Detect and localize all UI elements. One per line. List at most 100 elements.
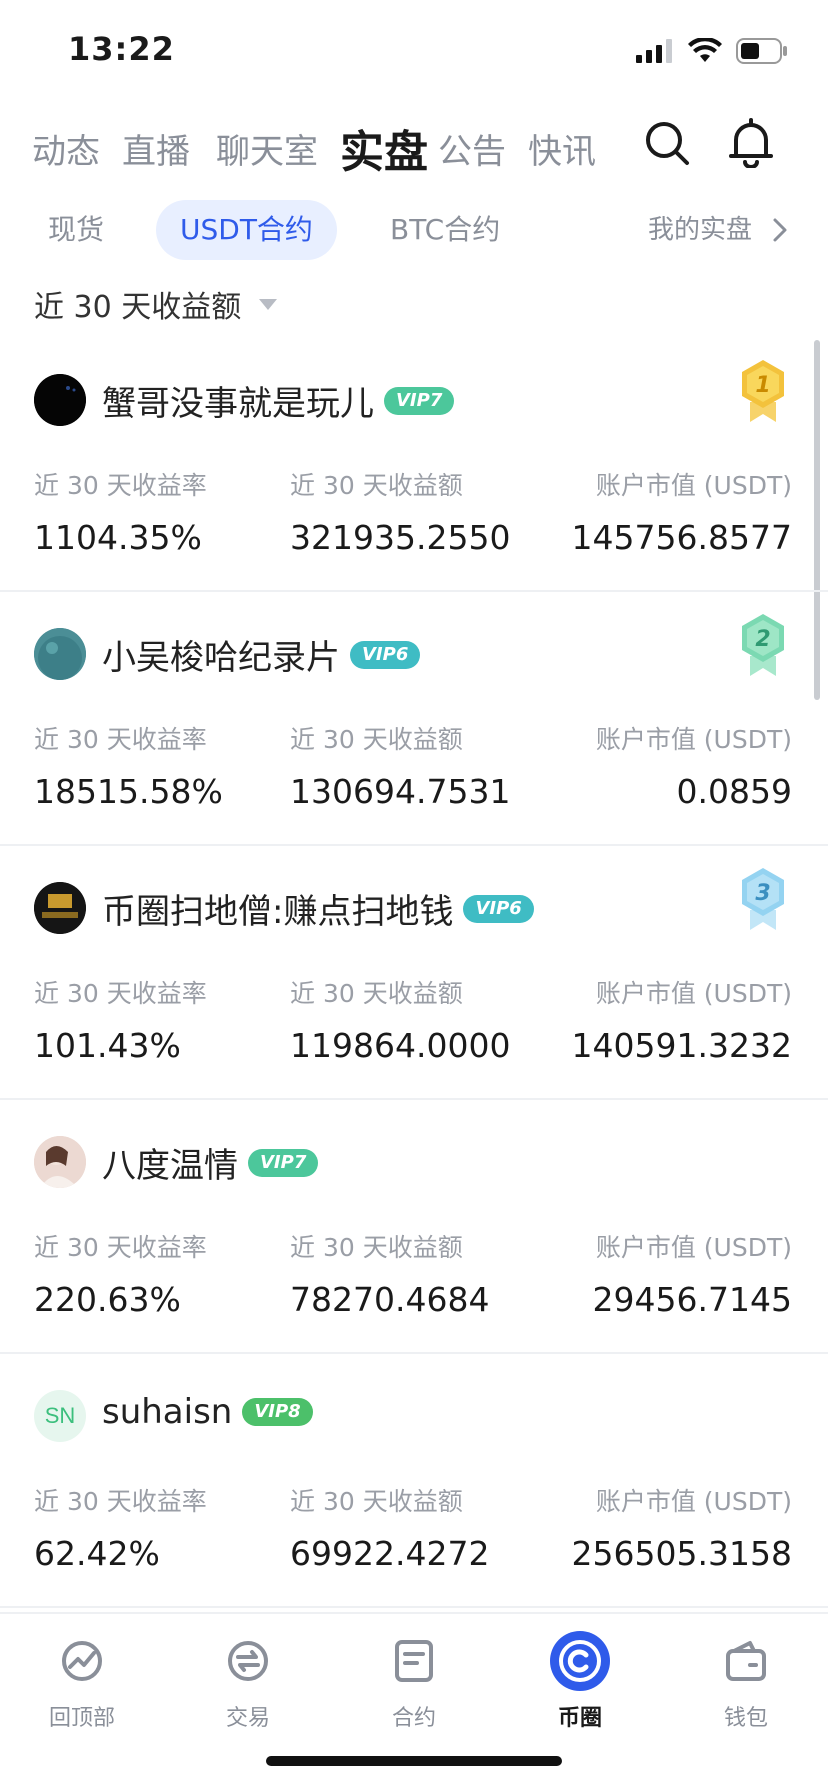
rate-value: 18515.58% — [34, 772, 223, 811]
profit-value: 321935.2550 — [290, 518, 511, 557]
top-nav: 动态 直播 聊天室 实盘 公告 快讯 — [0, 112, 828, 184]
home-indicator[interactable] — [266, 1756, 562, 1766]
trader-name-row: suhaisn VIP8 — [102, 1392, 313, 1432]
status-bar: 13:22 — [0, 0, 828, 100]
caret-down-icon — [259, 298, 278, 310]
bronze-medal-icon: 3 — [742, 868, 784, 930]
trader-name: 八度温情 — [102, 1146, 238, 1186]
sort-filter-dropdown[interactable]: 近 30 天收益额 — [34, 282, 278, 326]
value-label: 账户市值 (USDT) — [595, 1487, 792, 1516]
rate-label: 近 30 天收益率 — [34, 471, 207, 500]
profit-label: 近 30 天收益额 — [290, 979, 463, 1008]
vip-badge: VIP7 — [384, 386, 455, 415]
trader-card[interactable]: 蟹哥没事就是玩儿 VIP7 1 近 30 天收益率 近 30 天收益额 账户市值… — [0, 338, 828, 592]
profit-label: 近 30 天收益额 — [290, 725, 463, 754]
value-value: 29456.7145 — [592, 1280, 792, 1319]
avatar — [34, 1136, 86, 1188]
signal-icon — [636, 39, 672, 63]
svg-text:1: 1 — [755, 373, 770, 398]
silver-medal-icon: 2 — [742, 614, 784, 676]
tab-news-flash[interactable]: 快讯 — [528, 124, 596, 173]
exchange-icon — [228, 1641, 268, 1681]
trader-name-row: 蟹哥没事就是玩儿 VIP7 — [102, 376, 455, 425]
subtab-btc-contract[interactable]: BTC合约 — [390, 200, 500, 260]
nav-label: 合约 — [391, 1706, 436, 1731]
profit-value: 119864.0000 — [290, 1026, 511, 1065]
chart-icon — [62, 1641, 102, 1681]
wallet-icon — [726, 1641, 766, 1681]
value-value: 145756.8577 — [571, 518, 792, 557]
nav-coin-circle[interactable]: 币圈 — [520, 1628, 640, 1732]
subtab-usdt-contract[interactable]: USDT合约 — [156, 200, 337, 260]
trader-name-row: 币圈扫地僧:赚点扫地钱 VIP6 — [102, 884, 534, 933]
value-value: 140591.3232 — [571, 1026, 792, 1065]
nav-back-to-top[interactable]: 回顶部 — [22, 1628, 142, 1732]
rate-value: 101.43% — [34, 1026, 181, 1065]
tab-chatroom[interactable]: 聊天室 — [216, 124, 318, 173]
trader-name: 小吴梭哈纪录片 — [102, 638, 340, 678]
rate-label: 近 30 天收益率 — [34, 1233, 207, 1262]
vip-badge: VIP7 — [248, 1148, 319, 1177]
gold-medal-icon: 1 — [742, 360, 784, 422]
rate-value: 220.63% — [34, 1280, 181, 1319]
profit-value: 69922.4272 — [290, 1534, 490, 1573]
tab-live[interactable]: 直播 — [122, 124, 190, 173]
tab-real-trading[interactable]: 实盘 — [340, 116, 428, 180]
search-icon[interactable] — [644, 120, 690, 166]
tab-announcements[interactable]: 公告 — [438, 124, 506, 173]
trader-name: 币圈扫地僧:赚点扫地钱 — [102, 892, 454, 932]
profit-value: 130694.7531 — [290, 772, 511, 811]
avatar — [34, 374, 86, 426]
nav-trade[interactable]: 交易 — [188, 1628, 308, 1732]
tab-dynamics[interactable]: 动态 — [32, 124, 100, 173]
nav-label: 钱包 — [723, 1706, 768, 1731]
rate-value: 1104.35% — [34, 518, 202, 557]
trader-card[interactable]: 八度温情 VIP7 近 30 天收益率 近 30 天收益额 账户市值 (USDT… — [0, 1100, 828, 1354]
nav-label: 币圈 — [557, 1706, 602, 1731]
contract-icon — [395, 1640, 433, 1682]
my-real-trading-link[interactable]: 我的实盘 — [648, 200, 788, 260]
nav-label: 交易 — [225, 1706, 270, 1731]
sort-filter-label: 近 30 天收益额 — [34, 290, 242, 325]
value-label: 账户市值 (USDT) — [595, 725, 792, 754]
coin-circle-icon — [550, 1631, 610, 1691]
avatar — [34, 882, 86, 934]
value-value: 0.0859 — [676, 772, 792, 811]
rate-value: 62.42% — [34, 1534, 160, 1573]
vip-badge: VIP6 — [350, 640, 421, 669]
nav-wallet[interactable]: 钱包 — [686, 1628, 806, 1732]
vip-badge: VIP6 — [463, 894, 534, 923]
my-real-trading-label: 我的实盘 — [647, 215, 752, 245]
trader-card[interactable]: 币圈扫地僧:赚点扫地钱 VIP6 3 近 30 天收益率 近 30 天收益额 账… — [0, 846, 828, 1100]
bell-icon[interactable] — [728, 118, 774, 168]
avatar — [34, 628, 86, 680]
rate-label: 近 30 天收益率 — [34, 725, 207, 754]
value-label: 账户市值 (USDT) — [595, 979, 792, 1008]
trader-name-row: 小吴梭哈纪录片 VIP6 — [102, 630, 421, 679]
value-label: 账户市值 (USDT) — [595, 1233, 792, 1262]
svg-text:2: 2 — [755, 627, 770, 652]
profit-label: 近 30 天收益额 — [290, 1233, 463, 1262]
profit-value: 78270.4684 — [290, 1280, 490, 1319]
trader-name-row: 八度温情 VIP7 — [102, 1138, 319, 1187]
avatar-initials: SN — [44, 1403, 76, 1428]
trader-card[interactable]: SN suhaisn VIP8 近 30 天收益率 近 30 天收益额 账户市值… — [0, 1354, 828, 1608]
svg-text:3: 3 — [755, 881, 770, 906]
chevron-right-icon — [773, 218, 787, 242]
vip-badge: VIP8 — [242, 1398, 313, 1426]
subtab-spot[interactable]: 现货 — [48, 200, 104, 260]
trader-name: 蟹哥没事就是玩儿 — [102, 384, 374, 424]
status-icons — [636, 38, 788, 64]
nav-contract[interactable]: 合约 — [354, 1628, 474, 1732]
status-time: 13:22 — [68, 30, 175, 68]
profit-label: 近 30 天收益额 — [290, 471, 463, 500]
profit-label: 近 30 天收益额 — [290, 1487, 463, 1516]
rate-label: 近 30 天收益率 — [34, 979, 207, 1008]
sub-tabs: 现货 USDT合约 BTC合约 我的实盘 — [0, 200, 828, 264]
value-value: 256505.3158 — [571, 1534, 792, 1573]
avatar: SN — [34, 1390, 86, 1442]
value-label: 账户市值 (USDT) — [595, 471, 792, 500]
wifi-icon — [688, 38, 722, 62]
trader-card[interactable]: 小吴梭哈纪录片 VIP6 2 近 30 天收益率 近 30 天收益额 账户市值 … — [0, 592, 828, 846]
battery-icon — [736, 38, 787, 64]
